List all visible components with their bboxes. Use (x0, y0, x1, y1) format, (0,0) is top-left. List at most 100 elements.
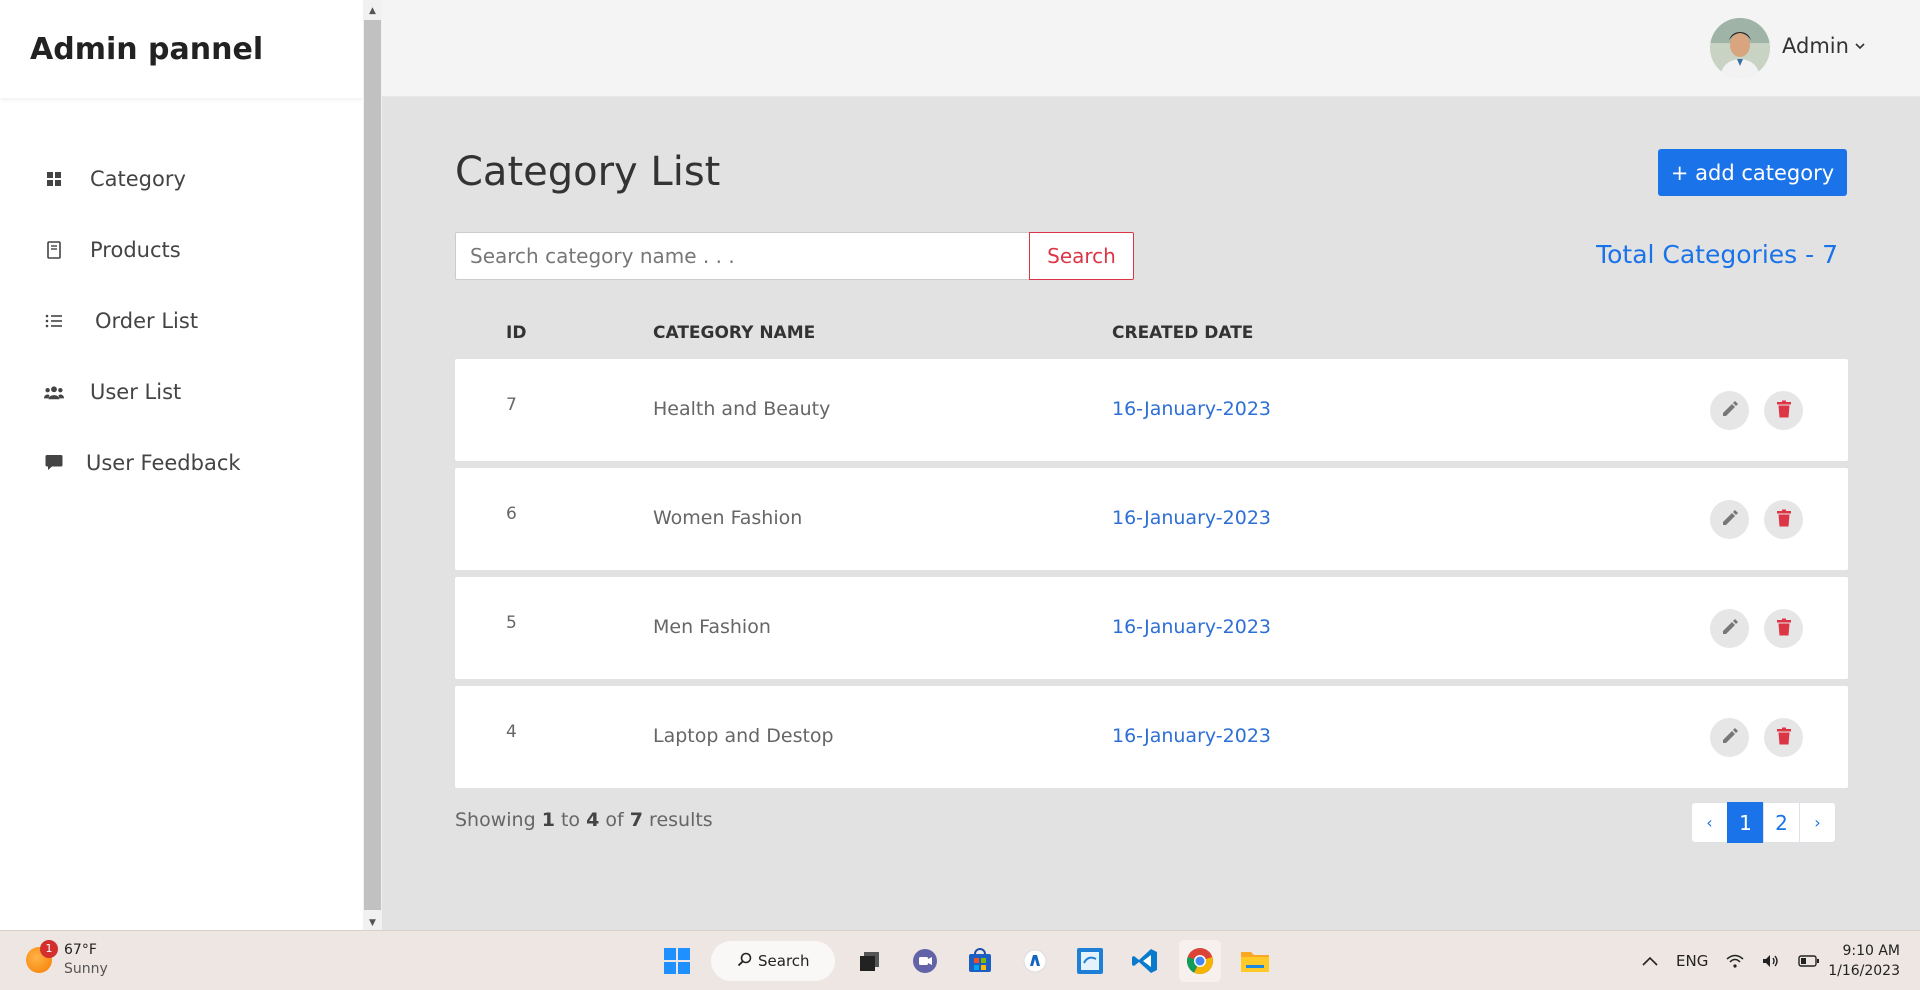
chevron-up-icon[interactable] (1642, 956, 1658, 966)
top-header: Admin (382, 0, 1920, 97)
battery-icon[interactable] (1798, 955, 1820, 967)
weather-condition: Sunny (64, 961, 108, 977)
table-row: 6 Women Fashion 16-January-2023 (455, 468, 1848, 570)
sidebar-item-category[interactable]: Category (0, 143, 363, 214)
pagination-page-2[interactable]: 2 (1763, 802, 1800, 843)
scroll-thumb[interactable] (364, 20, 381, 910)
row-id: 6 (506, 504, 517, 524)
avatar[interactable] (1710, 18, 1770, 78)
app-icon-pinned-2[interactable] (1069, 940, 1111, 982)
taskbar-search-label: Search (758, 952, 810, 970)
pencil-icon (1721, 400, 1739, 422)
chevron-down-icon (1855, 39, 1865, 54)
sidebar-item-order-list[interactable]: Order List (0, 285, 363, 356)
delete-button[interactable] (1764, 500, 1803, 539)
pagination-prev[interactable]: ‹ (1691, 802, 1728, 843)
pencil-icon (1721, 727, 1739, 749)
users-icon (44, 382, 64, 402)
weather-temp: 67°F (64, 942, 97, 958)
row-id: 5 (506, 613, 517, 633)
list-icon (44, 311, 64, 331)
delete-button[interactable] (1764, 718, 1803, 757)
sun-icon: 1 (26, 940, 58, 973)
pencil-icon (1721, 618, 1739, 640)
scroll-up-arrow-icon[interactable]: ▲ (363, 4, 382, 18)
trash-icon (1776, 727, 1792, 749)
table-row: 4 Laptop and Destop 16-January-2023 (455, 686, 1848, 788)
pagination-page-1[interactable]: 1 (1727, 802, 1764, 843)
category-table: 7 Health and Beauty 16-January-2023 6 Wo… (455, 359, 1848, 795)
row-category-name: Women Fashion (653, 507, 803, 529)
chrome-icon[interactable] (1179, 940, 1221, 982)
sidebar-nav: Category Products Order List User List U… (0, 98, 363, 498)
task-view-icon[interactable] (849, 940, 891, 982)
weather-text: 67°F Sunny (64, 941, 108, 979)
brand-title: Admin pannel (0, 0, 363, 98)
app-icon-pinned-1[interactable] (1014, 940, 1056, 982)
row-category-name: Health and Beauty (653, 398, 831, 420)
sidebar: Admin pannel Category Products Order Lis… (0, 0, 363, 930)
sidebar-item-label: User Feedback (86, 450, 241, 475)
vscode-icon[interactable] (1124, 940, 1166, 982)
taskbar-search[interactable]: Search (711, 941, 835, 981)
table-row: 5 Men Fashion 16-January-2023 (455, 577, 1848, 679)
language-indicator[interactable]: ENG (1676, 952, 1708, 970)
sidebar-item-user-feedback[interactable]: User Feedback (0, 427, 363, 498)
pagination-next[interactable]: › (1799, 802, 1836, 843)
results-total: 7 (629, 809, 643, 831)
sidebar-scrollbar[interactable]: ▲ ▼ (363, 0, 382, 930)
results-prefix: Showing (455, 809, 536, 831)
file-explorer-icon[interactable] (1234, 940, 1276, 982)
microsoft-store-icon[interactable] (959, 940, 1001, 982)
search-bar: Search (455, 232, 1134, 280)
delete-button[interactable] (1764, 609, 1803, 648)
delete-button[interactable] (1764, 391, 1803, 430)
user-menu-toggle[interactable]: Admin (1782, 34, 1865, 58)
row-created-date: 16-January-2023 (1112, 398, 1271, 420)
edit-button[interactable] (1710, 609, 1749, 648)
sidebar-item-label: Products (90, 237, 181, 262)
scroll-down-arrow-icon[interactable]: ▼ (363, 916, 382, 930)
edit-button[interactable] (1710, 391, 1749, 430)
table-header: ID CATEGORY NAME CREATED DATE (455, 313, 1848, 353)
results-summary: Showing 1 to 4 of 7 results (455, 809, 713, 831)
trash-icon (1776, 618, 1792, 640)
clock-time: 9:10 AM (1842, 943, 1900, 959)
trash-icon (1776, 509, 1792, 531)
search-icon (737, 952, 752, 971)
page-title: Category List (455, 149, 721, 195)
edit-button[interactable] (1710, 500, 1749, 539)
wifi-icon[interactable] (1726, 954, 1744, 968)
teams-chat-icon[interactable] (904, 940, 946, 982)
search-input[interactable] (455, 232, 1029, 280)
results-from: 1 (541, 809, 555, 831)
results-to-word: to (560, 809, 581, 831)
volume-icon[interactable] (1762, 954, 1780, 968)
edit-button[interactable] (1710, 718, 1749, 757)
comment-icon (44, 453, 64, 473)
results-of-word: of (605, 809, 624, 831)
search-button[interactable]: Search (1029, 232, 1134, 280)
row-category-name: Laptop and Destop (653, 725, 834, 747)
row-created-date: 16-January-2023 (1112, 507, 1271, 529)
sidebar-item-user-list[interactable]: User List (0, 356, 363, 427)
row-created-date: 16-January-2023 (1112, 725, 1271, 747)
windows-start-icon[interactable] (656, 940, 698, 982)
row-created-date: 16-January-2023 (1112, 616, 1271, 638)
system-tray: ENG (1642, 931, 1838, 990)
table-row: 7 Health and Beauty 16-January-2023 (455, 359, 1848, 461)
grid-icon (44, 169, 64, 189)
column-header-date: CREATED DATE (1112, 323, 1254, 343)
sidebar-item-label: Order List (95, 308, 199, 333)
row-id: 4 (506, 722, 517, 742)
weather-widget[interactable]: 1 67°F Sunny (26, 940, 108, 979)
user-name: Admin (1782, 34, 1849, 58)
sidebar-item-label: Category (90, 166, 186, 191)
total-categories: Total Categories - 7 (1596, 240, 1838, 269)
add-category-button[interactable]: + add category (1658, 149, 1847, 196)
sidebar-item-products[interactable]: Products (0, 214, 363, 285)
book-icon (44, 240, 64, 260)
results-suffix: results (649, 809, 713, 831)
system-clock[interactable]: 9:10 AM 1/16/2023 (1828, 941, 1900, 981)
results-to: 4 (586, 809, 600, 831)
